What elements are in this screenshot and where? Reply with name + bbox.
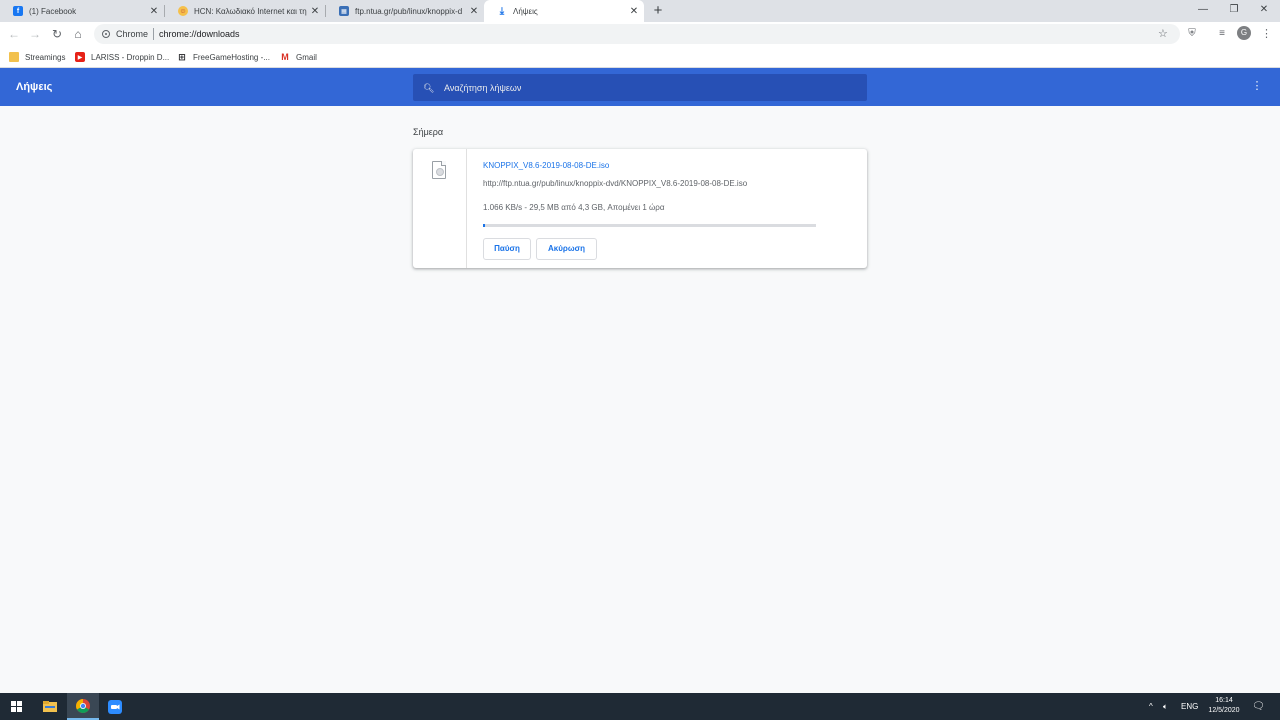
- chrome-menu-icon[interactable]: ⋮: [1261, 26, 1272, 42]
- bookmark-label: Gmail: [296, 52, 317, 62]
- download-progress-bar: [483, 224, 816, 227]
- zoom-icon: [108, 699, 122, 714]
- file-icon: [432, 161, 446, 179]
- youtube-icon: ▶: [75, 52, 85, 62]
- tab-strip: f (1) Facebook ✕ ☺ HCN: Καλωδιακό Intern…: [0, 0, 1280, 22]
- bookmark-streamings[interactable]: Streamings: [9, 50, 65, 64]
- file-icon-column: [413, 149, 467, 268]
- start-button[interactable]: [0, 693, 32, 720]
- url-text: chrome://downloads: [159, 29, 240, 39]
- tab-downloads[interactable]: ⤓ Λήψεις ✕: [484, 0, 644, 22]
- shield-extension-icon[interactable]: ⛨: [1185, 27, 1199, 41]
- more-actions-icon[interactable]: ⋮: [1251, 79, 1263, 95]
- omnibox-divider: [153, 28, 155, 40]
- bookmark-label: FreeGameHosting -...: [193, 52, 270, 62]
- download-status: 1.066 KB/s - 29,5 MB από 4,3 GB, Απομένε…: [483, 203, 665, 212]
- file-explorer-button[interactable]: [34, 693, 66, 720]
- clock-time: 16:14: [1215, 697, 1233, 704]
- reload-icon[interactable]: ↻: [49, 26, 65, 42]
- volume-icon[interactable]: 🔈︎: [1163, 693, 1168, 720]
- ftp-folder-icon: ▦: [339, 6, 349, 16]
- cancel-button[interactable]: Ακύρωση: [536, 238, 597, 260]
- clock-date: 12/5/2020: [1208, 707, 1240, 714]
- close-icon[interactable]: ✕: [148, 6, 160, 17]
- file-explorer-icon: [43, 701, 57, 712]
- downloads-header: Λήψεις 🔍︎ ⋮: [0, 68, 1280, 106]
- folder-icon: [9, 52, 19, 62]
- download-item: KNOPPIX_V8.6-2019-08-08-DE.iso http://ft…: [413, 149, 867, 268]
- file-name-link[interactable]: KNOPPIX_V8.6-2019-08-08-DE.iso: [483, 161, 609, 170]
- show-hidden-icons[interactable]: ^: [1149, 693, 1153, 720]
- pause-button[interactable]: Παύση: [483, 238, 531, 260]
- gmail-icon: M: [281, 52, 289, 62]
- address-bar[interactable]: Chrome chrome://downloads: [94, 24, 1180, 44]
- search-icon: 🔍︎: [423, 82, 435, 93]
- back-icon[interactable]: ←: [6, 26, 22, 42]
- tab-facebook[interactable]: f (1) Facebook ✕: [0, 0, 164, 22]
- close-icon[interactable]: ✕: [468, 6, 480, 17]
- tab-title: HCN: Καλωδιακό Internet και τη: [194, 6, 307, 16]
- window-close-icon[interactable]: ✕: [1254, 2, 1274, 18]
- windows-logo-icon: [10, 701, 22, 712]
- hcn-icon: ☺: [178, 6, 188, 16]
- tab-title: ftp.ntua.gr/pub/linux/knoppix-d: [355, 6, 463, 16]
- bookmark-label: Streamings: [25, 52, 66, 62]
- facebook-icon: f: [13, 6, 23, 16]
- minimize-icon[interactable]: —: [1193, 2, 1213, 18]
- bookmark-label: LARISS - Droppin D...: [91, 52, 170, 62]
- search-input[interactable]: [444, 82, 844, 93]
- bookmark-star-icon[interactable]: ☆: [1158, 27, 1168, 40]
- windows-taskbar: ^ 🔈︎ ENG 16:14 12/5/2020 🗨︎: [0, 693, 1280, 720]
- date-section-heading: Σήμερα: [413, 127, 444, 137]
- input-language[interactable]: ENG: [1181, 693, 1198, 720]
- close-icon[interactable]: ✕: [628, 6, 640, 17]
- forward-icon[interactable]: →: [27, 26, 43, 42]
- media-queue-icon[interactable]: ≡: [1215, 27, 1229, 41]
- bookmarks-bar: Streamings ▶ LARISS - Droppin D... ⊞ Fre…: [0, 46, 1280, 68]
- close-icon[interactable]: ✕: [309, 6, 321, 17]
- profile-avatar[interactable]: G: [1237, 26, 1251, 40]
- bookmark-lariss[interactable]: ▶ LARISS - Droppin D...: [75, 50, 169, 64]
- tab-title: (1) Facebook: [29, 6, 77, 16]
- site-chip-label: Chrome: [116, 29, 149, 39]
- restore-icon[interactable]: ❐: [1224, 2, 1244, 18]
- download-icon: ⤓: [499, 5, 505, 17]
- bookmark-freegamehosting[interactable]: ⊞ FreeGameHosting -...: [177, 50, 270, 64]
- tab-hcn[interactable]: ☺ HCN: Καλωδιακό Internet και τη ✕: [165, 0, 325, 22]
- zoom-taskbar-button[interactable]: [99, 693, 131, 720]
- file-source-url[interactable]: http://ftp.ntua.gr/pub/linux/knoppix-dvd…: [483, 179, 747, 188]
- screen: f (1) Facebook ✕ ☺ HCN: Καλωδιακό Intern…: [0, 0, 1280, 720]
- download-progress-fill: [483, 224, 486, 227]
- tab-ftp[interactable]: ▦ ftp.ntua.gr/pub/linux/knoppix-d ✕: [326, 0, 484, 22]
- notifications-icon[interactable]: 🗨︎: [1252, 693, 1265, 720]
- freegamehosting-icon: ⊞: [178, 51, 186, 62]
- page-title: Λήψεις: [16, 81, 53, 93]
- browser-toolbar: ← → ↻ ⌂ Chrome chrome://downloads ☆ ⛨ ≡ …: [0, 22, 1280, 46]
- tab-title: Λήψεις: [513, 6, 538, 16]
- system-clock[interactable]: 16:14 12/5/2020: [1202, 696, 1246, 716]
- new-tab-button[interactable]: +: [651, 2, 665, 20]
- search-box[interactable]: 🔍︎: [413, 74, 867, 101]
- chrome-site-icon: [102, 30, 110, 38]
- home-icon[interactable]: ⌂: [70, 26, 86, 42]
- chrome-icon: [76, 698, 90, 713]
- bookmark-gmail[interactable]: M Gmail: [280, 50, 317, 64]
- chrome-taskbar-button[interactable]: [67, 693, 99, 720]
